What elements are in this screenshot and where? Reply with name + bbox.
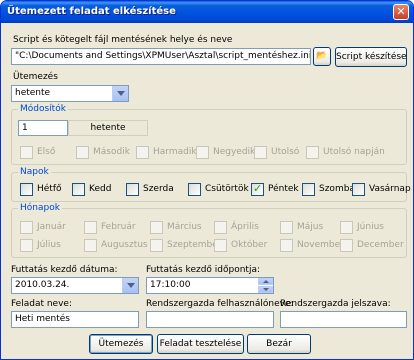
scheduled-task-dialog: Ütemezett feladat elkészítése ✕ Script é…: [0, 0, 414, 360]
months-legend: Hónapok: [18, 203, 62, 213]
spin-down-icon[interactable]: [258, 286, 273, 293]
checked-icon: [251, 182, 264, 196]
task-name-input[interactable]: Heti mentés: [11, 311, 139, 328]
title-bar: Ütemezett feladat elkészítése ✕: [1, 1, 413, 23]
admin-user-input[interactable]: [146, 311, 274, 328]
spin-up-icon[interactable]: [258, 278, 273, 285]
modifiers-group: Módosítók 1 hetente Első Második Harmadi…: [11, 104, 407, 165]
schedule-label: Ütemezés: [13, 72, 58, 82]
schedule-value: hetente: [15, 88, 51, 98]
days-group: Napok Hétfő Kedd Szerda Csütörtök Péntek…: [11, 167, 411, 202]
dialog-body: Script és kötegelt fájl mentésének helye…: [5, 23, 411, 357]
start-date-value: 2010.03.24.: [15, 280, 70, 290]
admin-password-input[interactable]: [280, 311, 407, 328]
modifier-unit: hetente: [68, 120, 148, 136]
close-dialog-button[interactable]: Bezár: [247, 334, 311, 354]
admin-password-label: Rendszergazda jelszava:: [280, 299, 391, 309]
chevron-down-icon[interactable]: [122, 278, 138, 293]
start-date-picker[interactable]: 2010.03.24.: [11, 277, 139, 294]
chevron-down-icon[interactable]: [112, 86, 128, 101]
modifiers-legend: Módosítók: [18, 104, 68, 114]
script-path-input[interactable]: "C:\Documents and Settings\XPMUser\Aszta…: [11, 48, 311, 65]
start-time-value: 17:10:00: [150, 280, 191, 290]
modifier-count-input[interactable]: 1: [18, 120, 68, 136]
test-task-button[interactable]: Feladat tesztelése: [157, 334, 244, 354]
folder-icon: 📂: [316, 51, 328, 61]
script-path-label: Script és kötegelt fájl mentésének helye…: [13, 35, 233, 45]
start-time-input[interactable]: 17:10:00: [146, 277, 274, 294]
schedule-button[interactable]: Ütemezés: [89, 334, 153, 354]
schedule-select[interactable]: hetente: [11, 85, 129, 102]
months-group: Hónapok Január Február Március Április M…: [11, 203, 407, 258]
close-button[interactable]: ✕: [393, 4, 409, 20]
time-spinner[interactable]: [258, 278, 273, 293]
days-legend: Napok: [18, 167, 51, 177]
start-time-label: Futtatás kezdő időpontja:: [146, 265, 261, 275]
start-date-label: Futtatás kezdő dátuma:: [11, 265, 118, 275]
script-create-button[interactable]: Script készítése: [335, 47, 407, 67]
browse-folder-button[interactable]: 📂: [313, 47, 331, 66]
admin-user-label: Rendszergazda felhasználóneve:: [146, 299, 294, 309]
task-name-label: Feladat neve:: [11, 299, 72, 309]
window-title: Ütemezett feladat elkészítése: [7, 6, 176, 17]
